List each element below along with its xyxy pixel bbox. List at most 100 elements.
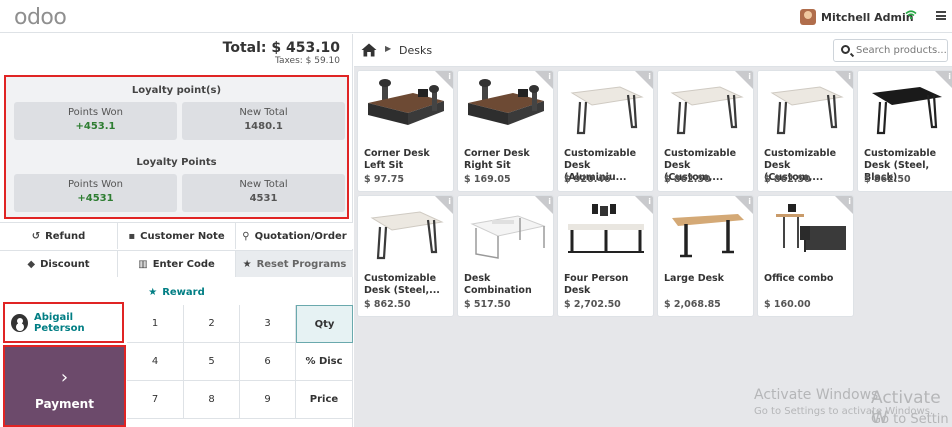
product-price: $ 862.50 [664,174,711,185]
reset-programs-button[interactable]: ★ Reset Programs [236,251,353,277]
home-icon[interactable] [361,43,377,57]
new-total-label: New Total [239,179,288,190]
points-won-label: Points Won [68,107,123,118]
order-taxes: Taxes: $ 59.10 [274,56,340,66]
product-card[interactable]: i Customizable Desk (Custom,... $ 862.50 [657,70,754,192]
info-icon[interactable]: i [948,72,951,81]
enter-code-label: Enter Code [152,258,215,270]
user-menu[interactable]: Mitchell Admin [800,8,914,26]
info-icon[interactable]: i [648,197,651,206]
discount-button[interactable]: ◆ Discount [0,251,118,277]
points-won-value: +4531 [77,193,114,204]
points-won-value: +453.1 [75,121,116,132]
quotation-order-button[interactable]: ⚲ Quotation/Order [236,223,353,249]
control-buttons-row: ↺ Refund ▪ Customer Note ⚲ Quotation/Order [0,222,353,249]
product-price: $ 2,702.50 [564,299,621,310]
discount-label: Discount [40,258,90,270]
new-total-value: 4531 [249,193,278,204]
product-price: $ 517.50 [464,299,511,310]
numpad-key-9[interactable]: 9 [240,381,296,419]
product-price: $ 862.50 [864,174,911,185]
product-search[interactable] [833,39,948,62]
info-icon[interactable]: i [648,72,651,81]
hamburger-menu-icon[interactable] [936,11,946,20]
product-price: $ 862.50 [364,299,411,310]
user-name: Mitchell Admin [821,10,914,24]
product-card[interactable]: i Customizable Desk (Steel, Black) $ 862… [857,70,952,192]
products-panel: ▶ Desks i Corner Desk Left Sit $ 97.75 [354,34,952,427]
info-icon[interactable]: i [448,72,451,81]
product-name: Four Person Desk [564,273,629,296]
new-total-label: New Total [239,107,288,118]
info-icon[interactable]: i [548,72,551,81]
info-icon[interactable]: i [848,197,851,206]
search-icon [841,45,850,54]
product-name: Large Desk [664,273,725,284]
reward-label: Reward [162,286,205,298]
product-price: $ 920.46 [564,174,611,185]
product-card[interactable]: i Large Desk $ 2,068.85 [657,195,754,317]
numpad-mode-qty[interactable]: Qty [296,305,353,343]
quotation-order-label: Quotation/Order [254,230,347,242]
undo-icon: ↺ [31,230,41,242]
numpad-mode-price[interactable]: Price [296,381,353,419]
product-card[interactable]: i Office combo $ 160.00 [757,195,854,317]
product-card[interactable]: i Corner Desk Right Sit $ 169.05 [457,70,554,192]
product-card[interactable]: i Desk Combination $ 517.50 [457,195,554,317]
numpad-key-2[interactable]: 2 [184,305,240,343]
reward-button[interactable]: ★ Reward [0,281,353,303]
barcode-icon: ▥ [138,258,148,270]
enter-code-button[interactable]: ▥ Enter Code [118,251,236,277]
product-card[interactable]: i Customizable Desk (Custom,... $ 862.50 [757,70,854,192]
numpad-key-1[interactable]: 1 [127,305,184,343]
breadcrumb-category[interactable]: Desks [399,44,432,57]
breadcrumb-separator-icon: ▶ [385,44,392,53]
product-price: $ 862.50 [764,174,811,185]
numpad: 1 2 3 Qty 4 5 6 % Disc 7 8 9 Price [127,305,353,427]
control-buttons-row: ◆ Discount ▥ Enter Code ★ Reset Programs [0,250,353,277]
new-total-card: New Total 4531 [182,174,345,212]
order-panel: Total: $ 453.10 Taxes: $ 59.10 Loyalty p… [0,34,353,427]
watermark-title: Activate Windows [754,387,879,403]
numpad-key-8[interactable]: 8 [184,381,240,419]
customer-note-button[interactable]: ▪ Customer Note [118,223,236,249]
payment-button[interactable]: › Payment [3,345,126,427]
loyalty-points-panel: Loyalty point(s) Points Won +453.1 New T… [4,75,349,219]
numpad-key-4[interactable]: 4 [127,343,184,381]
product-price: $ 2,068.85 [664,299,721,310]
product-card[interactable]: i Corner Desk Left Sit $ 97.75 [357,70,454,192]
chevron-right-icon: › [60,367,69,388]
info-icon[interactable]: i [448,197,451,206]
product-price: $ 97.75 [364,174,404,185]
numpad-key-7[interactable]: 7 [127,381,184,419]
info-icon[interactable]: i [748,72,751,81]
new-total-value: 1480.1 [244,121,283,132]
product-card[interactable]: i Customizable Desk (Aluminiu... $ 920.4… [557,70,654,192]
loyalty-section-title: Loyalty point(s) [131,85,222,96]
numpad-mode-discount[interactable]: % Disc [296,343,353,381]
points-won-label: Points Won [68,179,123,190]
link-icon: ⚲ [242,230,250,242]
user-icon [11,313,29,332]
customer-name: Abigail Peterson [34,311,85,334]
product-name: Corner Desk Left Sit [364,148,430,171]
search-input[interactable] [856,43,946,58]
info-icon[interactable]: i [848,72,851,81]
product-card[interactable]: i Customizable Desk (Steel,... $ 862.50 [357,195,454,317]
numpad-key-6[interactable]: 6 [240,343,296,381]
product-card[interactable]: i Four Person Desk $ 2,702.50 [557,195,654,317]
customer-note-label: Customer Note [140,230,225,242]
odoo-logo: odoo [14,5,67,30]
numpad-key-5[interactable]: 5 [184,343,240,381]
numpad-key-3[interactable]: 3 [240,305,296,343]
user-avatar [800,9,816,25]
info-icon[interactable]: i [548,197,551,206]
points-won-card: Points Won +4531 [14,174,177,212]
loyalty-section-title: Loyalty Points [136,157,217,168]
refund-button[interactable]: ↺ Refund [0,223,118,249]
payment-label: Payment [35,397,94,411]
customer-button[interactable]: Abigail Peterson [3,302,124,343]
info-icon[interactable]: i [748,197,751,206]
refund-label: Refund [45,230,86,242]
product-name: Office combo [764,273,834,284]
